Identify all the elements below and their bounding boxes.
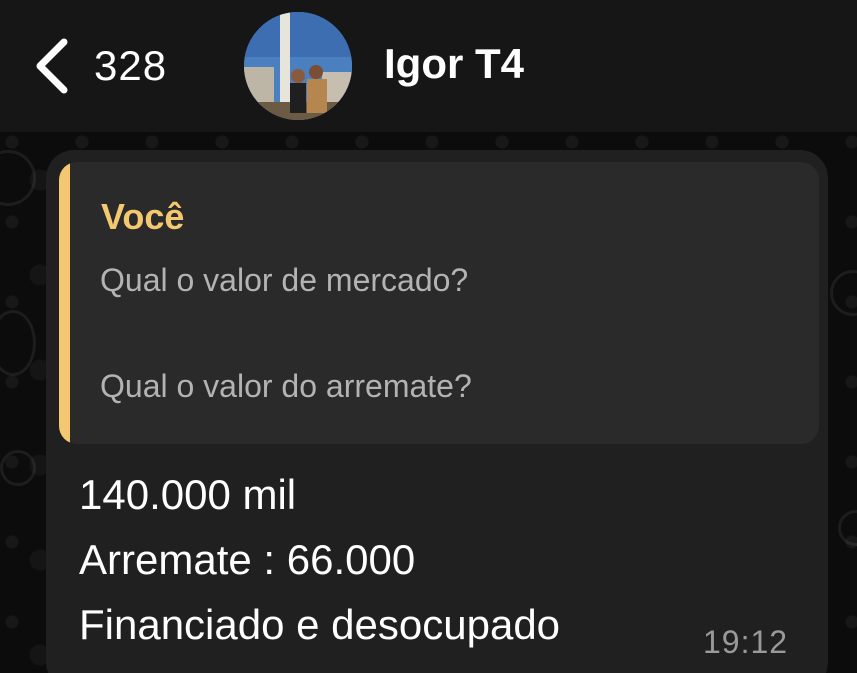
unread-count: 328 [94,42,168,89]
contact-name[interactable]: Igor T4 [384,40,524,88]
quote-author: Você [101,196,185,237]
quote-line: Qual o valor do arremate? [100,368,472,404]
wallpaper-doodle [0,150,36,206]
quote-accent-bar [59,162,70,444]
wallpaper-doodle [838,510,857,546]
quote-line: Qual o valor de mercado? [100,262,469,298]
quoted-message[interactable]: Você Qual o valor de mercado? Qual o val… [59,162,819,444]
chevron-left-icon [30,36,72,96]
wallpaper-doodle [0,310,36,376]
avatar[interactable] [244,12,352,120]
wallpaper-doodle [0,450,36,486]
wallpaper-doodle [830,270,857,316]
back-button[interactable]: 328 [30,28,167,104]
chat-screen: 328 Igor T4 Você Qual o valor de mercado… [0,0,857,673]
message-text-line: Financiado e desocupado [79,601,561,648]
message-text-line: 140.000 mil [79,471,297,518]
message-text-line: Arremate : 66.000 [79,536,416,583]
chat-header: 328 Igor T4 [0,0,857,132]
message-timestamp: 19:12 [703,624,789,660]
